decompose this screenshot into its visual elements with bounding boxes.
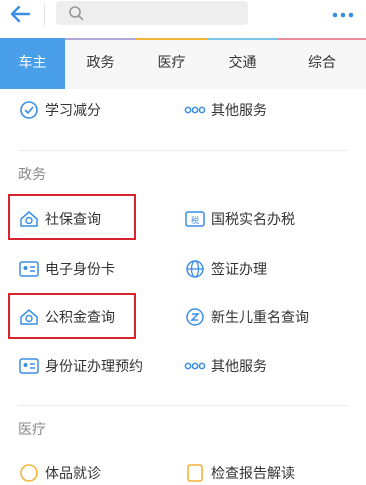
id-card-icon xyxy=(18,355,40,377)
tax-card-icon: 税 xyxy=(184,208,206,230)
back-arrow-icon[interactable] xyxy=(8,3,32,25)
tax-badge-text: 税 xyxy=(191,215,199,225)
id-card-icon xyxy=(18,258,40,280)
more-dots-icon[interactable] xyxy=(330,3,356,25)
highlight-box-social-security xyxy=(8,194,136,240)
service-newborn-name-query[interactable]: 新生儿重名查询 xyxy=(184,305,309,329)
service-row: 电子身份卡 签证办理 xyxy=(0,257,366,281)
service-label: 其他服务 xyxy=(211,103,267,119)
service-report-interpretation[interactable]: 检查报告解读 xyxy=(184,461,295,485)
study-badge-icon xyxy=(18,99,40,121)
medical-icon xyxy=(18,462,40,484)
service-learn-reduce-points[interactable]: 学习减分 xyxy=(18,98,101,122)
category-tabs: 车主 政务 医疗 交通 综合 xyxy=(0,38,366,89)
service-label: 国税实名办税 xyxy=(211,212,295,228)
service-row: 体品就诊 检查报告解读 xyxy=(0,461,366,485)
section-divider xyxy=(18,150,348,151)
tab-accent-bar xyxy=(65,38,136,40)
globe-icon xyxy=(184,258,206,280)
service-label: 其他服务 xyxy=(211,359,267,375)
section-title-government: 政务 xyxy=(18,167,46,183)
section-divider xyxy=(18,405,348,406)
tab-accent-bar xyxy=(278,38,366,40)
service-tax-realname[interactable]: 税 国税实名办税 xyxy=(184,207,295,231)
service-medical-visit[interactable]: 体品就诊 xyxy=(18,461,101,485)
service-other[interactable]: 其他服务 xyxy=(184,98,267,122)
search-icon xyxy=(69,6,84,21)
service-label: 身份证办理预约 xyxy=(45,359,143,375)
section-title-medical: 医疗 xyxy=(18,422,46,438)
name-search-icon xyxy=(184,306,206,328)
search-input[interactable] xyxy=(56,1,248,25)
more-services-icon xyxy=(184,355,206,377)
service-visa[interactable]: 签证办理 xyxy=(184,257,267,281)
tab-car-owner[interactable]: 车主 xyxy=(0,38,65,89)
service-other[interactable]: 其他服务 xyxy=(184,354,267,378)
toolbar-divider xyxy=(44,4,45,26)
service-id-card-appointment[interactable]: 身份证办理预约 xyxy=(18,354,143,378)
report-icon xyxy=(184,462,206,484)
service-electronic-id-card[interactable]: 电子身份卡 xyxy=(18,257,115,281)
service-label: 电子身份卡 xyxy=(45,262,115,278)
tab-general[interactable]: 综合 xyxy=(278,38,366,89)
service-row: 学习减分 其他服务 xyxy=(0,98,366,122)
service-label: 学习减分 xyxy=(45,103,101,119)
tab-medical[interactable]: 医疗 xyxy=(136,38,207,89)
tab-traffic[interactable]: 交通 xyxy=(207,38,278,89)
tab-accent-bar xyxy=(136,38,207,40)
top-bar xyxy=(0,0,366,30)
service-label: 签证办理 xyxy=(211,262,267,278)
service-label: 检查报告解读 xyxy=(211,466,295,482)
service-row: 身份证办理预约 其他服务 xyxy=(0,354,366,378)
service-label: 新生儿重名查询 xyxy=(211,310,309,326)
highlight-box-housing-fund xyxy=(8,293,136,339)
more-services-icon xyxy=(184,99,206,121)
service-label: 体品就诊 xyxy=(45,466,101,482)
tab-government[interactable]: 政务 xyxy=(65,38,136,89)
tab-accent-bar xyxy=(207,38,278,40)
